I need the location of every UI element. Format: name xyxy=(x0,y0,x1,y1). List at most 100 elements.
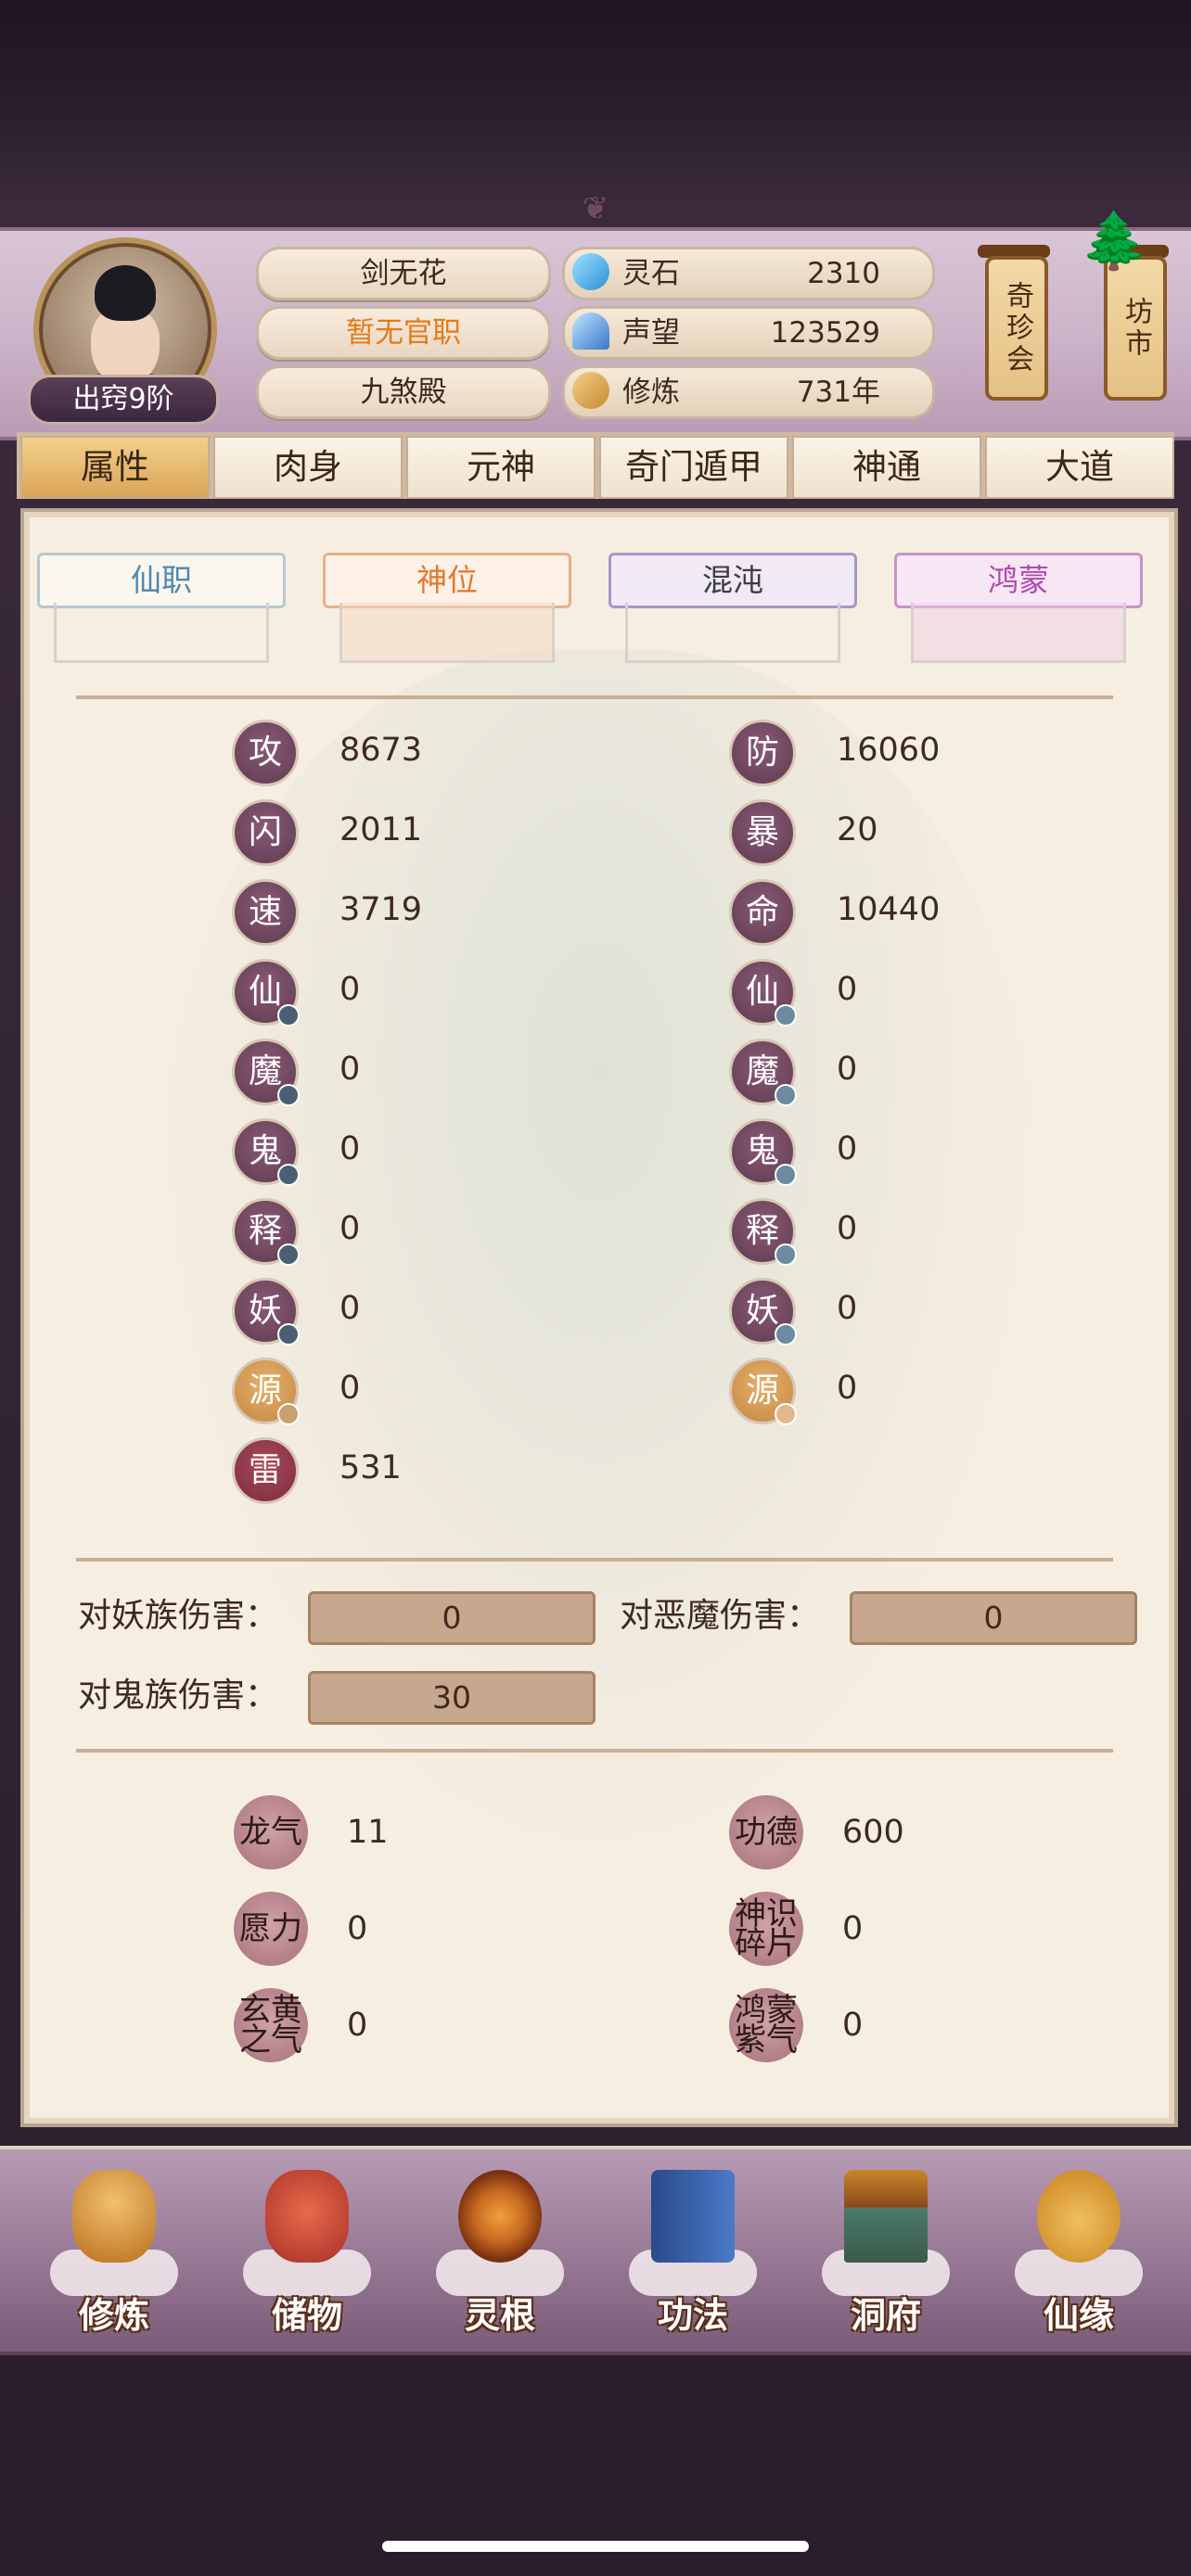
stat-value-defense: 16060 xyxy=(837,732,941,769)
subtab-immortal-post[interactable]: 仙职 xyxy=(37,553,286,608)
tab-soul[interactable]: 元神 xyxy=(406,436,596,499)
stat-value: 0 xyxy=(339,1130,361,1167)
stat-value: 0 xyxy=(339,1290,361,1327)
gourd-icon xyxy=(1037,2170,1121,2263)
spirit-stone-icon xyxy=(572,253,609,290)
tab-abilities[interactable]: 神通 xyxy=(792,436,981,499)
stat-value: 0 xyxy=(339,1210,361,1247)
tab-qimen[interactable]: 奇门遁甲 xyxy=(599,436,788,499)
defense-marker-icon xyxy=(775,1084,797,1106)
resource-value: 123529 xyxy=(770,316,880,350)
stat-icon-immortal-atk: 仙 xyxy=(232,959,300,1027)
nav-fate[interactable]: 仙缘 xyxy=(1009,2157,1148,2342)
tab-attributes[interactable]: 属性 xyxy=(20,436,210,499)
resource-reputation: 声望 123529 xyxy=(562,306,935,360)
merit-icon: 功德 xyxy=(729,1795,803,1869)
subtab-hongmeng[interactable]: 鸿蒙 xyxy=(894,553,1143,608)
stat-value: 0 xyxy=(837,1051,858,1088)
resource-cultivation: 修炼 731年 xyxy=(562,365,935,419)
nav-label: 储物 xyxy=(271,2295,342,2336)
stat-icon-source-def: 源 xyxy=(729,1358,797,1425)
defense-marker-icon xyxy=(775,1164,797,1186)
stat-value-speed: 3719 xyxy=(339,891,423,928)
stat-icon-yao-atk: 妖 xyxy=(232,1278,300,1345)
stat-glyph: 妖 xyxy=(745,1292,779,1330)
subtab-slot xyxy=(339,603,555,663)
damage-label-ghost: 对鬼族伤害： xyxy=(78,1677,279,1715)
stat-value: 0 xyxy=(837,1370,858,1407)
nav-storage[interactable]: 储物 xyxy=(237,2157,377,2342)
resource-spirit-stone: 灵石 2310 xyxy=(562,247,935,300)
stat-glyph: 释 xyxy=(745,1212,779,1250)
subtab-chaos[interactable]: 混沌 xyxy=(608,553,857,608)
hongmeng-purple-qi-icon: 鸿蒙紫气 xyxy=(729,1988,803,2062)
nav-spirit-root[interactable]: 灵根 xyxy=(430,2157,570,2342)
tab-body[interactable]: 肉身 xyxy=(213,436,403,499)
main-tab-bar: 属性 肉身 元神 奇门遁甲 神通 大道 xyxy=(17,432,1174,499)
damage-label-yao: 对妖族伤害： xyxy=(78,1597,279,1635)
rank-badge: 出窍9阶 xyxy=(28,375,219,425)
stat-glyph: 妖 xyxy=(248,1292,282,1330)
stat-glyph: 源 xyxy=(248,1371,282,1409)
book-icon xyxy=(651,2170,735,2263)
tab-dao[interactable]: 大道 xyxy=(985,436,1174,499)
xuanhuang-qi-value: 0 xyxy=(347,2007,368,2044)
subtab-slot xyxy=(911,603,1126,663)
stat-icon-dodge: 闪 xyxy=(232,799,299,866)
subtab-divine-rank[interactable]: 神位 xyxy=(323,553,571,608)
stat-value-attack: 8673 xyxy=(339,732,423,769)
nav-label: 洞府 xyxy=(850,2295,921,2336)
nav-label: 功法 xyxy=(657,2295,728,2336)
merit-value: 600 xyxy=(842,1814,904,1851)
damage-value-yao: 0 xyxy=(308,1591,596,1645)
divider xyxy=(76,695,1113,699)
nav-cave[interactable]: 洞府 xyxy=(816,2157,955,2342)
stat-icon-crit: 暴 xyxy=(729,799,796,866)
subtab-slot xyxy=(625,603,840,663)
nav-label: 仙缘 xyxy=(1043,2295,1114,2336)
hongmeng-purple-qi-value: 0 xyxy=(842,2007,864,2044)
stat-value: 0 xyxy=(837,1210,858,1247)
stat-value: 0 xyxy=(837,971,858,1008)
stat-icon-speed: 速 xyxy=(232,879,299,946)
home-indicator[interactable] xyxy=(382,2541,809,2552)
player-name: 剑无花 xyxy=(256,247,551,300)
cultivation-icon xyxy=(572,372,609,409)
stat-glyph: 释 xyxy=(248,1212,282,1250)
attack-marker-icon xyxy=(277,1164,300,1186)
stat-icon-immortal-def: 仙 xyxy=(729,959,797,1027)
lantern-treasure-fair[interactable]: 奇珍会 xyxy=(985,256,1048,401)
official-title[interactable]: 暂无官职 xyxy=(256,306,551,360)
nav-cultivate[interactable]: 修炼 xyxy=(45,2157,184,2342)
avatar-hair xyxy=(95,265,156,321)
bag-icon xyxy=(265,2170,349,2263)
nav-techniques[interactable]: 功法 xyxy=(623,2157,762,2342)
stat-value: 0 xyxy=(837,1290,858,1327)
stat-icon-attack: 攻 xyxy=(232,720,299,786)
stat-glyph: 仙 xyxy=(248,973,282,1011)
lantern-market[interactable]: 坊市 xyxy=(1104,256,1167,401)
nav-label: 修炼 xyxy=(78,2295,149,2336)
defense-marker-icon xyxy=(775,1403,797,1425)
spirit-root-icon xyxy=(458,2170,542,2263)
resource-label: 修炼 xyxy=(622,376,680,409)
xuanhuang-qi-icon: 玄黄之气 xyxy=(234,1988,308,2062)
stat-icon-defense: 防 xyxy=(729,720,796,786)
stat-icon-thunder: 雷 xyxy=(232,1437,299,1504)
stat-value: 0 xyxy=(339,971,361,1008)
stat-icon-buddha-atk: 释 xyxy=(232,1198,300,1266)
stat-glyph: 魔 xyxy=(248,1052,282,1090)
stat-glyph: 鬼 xyxy=(745,1132,779,1170)
resource-value: 2310 xyxy=(807,257,880,290)
wish-power-value: 0 xyxy=(347,1910,368,1947)
stat-icon-yao-def: 妖 xyxy=(729,1278,797,1345)
stat-value: 0 xyxy=(339,1370,361,1407)
stat-glyph: 源 xyxy=(745,1371,779,1409)
stat-value: 0 xyxy=(339,1051,361,1088)
pavilion-icon xyxy=(844,2170,928,2263)
resource-label: 声望 xyxy=(622,316,680,350)
reputation-icon xyxy=(572,312,609,350)
dragon-qi-icon: 龙气 xyxy=(234,1795,308,1869)
damage-value-ghost: 30 xyxy=(308,1671,596,1725)
stat-value-hp: 10440 xyxy=(837,891,941,928)
